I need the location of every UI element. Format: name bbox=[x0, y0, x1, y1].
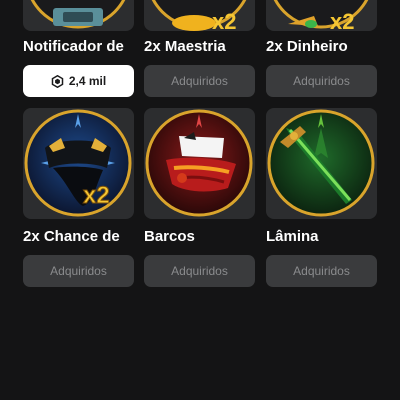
gamepass-name: Notificador de bbox=[23, 38, 124, 55]
svg-text:x2: x2 bbox=[212, 9, 236, 31]
gamepass-thumbnail[interactable]: x2 bbox=[23, 108, 134, 219]
owned-label: Adquiridos bbox=[293, 264, 350, 278]
robux-icon bbox=[51, 74, 64, 88]
buy-button[interactable]: 2,4 mil bbox=[23, 65, 134, 97]
gamepass-name: 2x Chance de bbox=[23, 228, 120, 245]
mastery-x2-icon: x2 bbox=[151, 0, 247, 31]
svg-text:x2: x2 bbox=[83, 182, 110, 209]
money-x2-icon: x2 bbox=[273, 0, 369, 31]
owned-label: Adquiridos bbox=[171, 264, 228, 278]
gamepass-name: Barcos bbox=[144, 228, 195, 245]
gamepass-name: Lâmina bbox=[266, 228, 319, 245]
gamepass-thumbnail[interactable] bbox=[144, 108, 255, 219]
gamepass-thumbnail[interactable]: x2 bbox=[266, 0, 377, 31]
owned-button: Adquiridos bbox=[144, 65, 255, 97]
green-sword-icon bbox=[267, 109, 375, 217]
price-label: 2,4 mil bbox=[68, 74, 107, 88]
owned-button: Adquiridos bbox=[23, 255, 134, 287]
svg-text:x2: x2 bbox=[330, 9, 354, 31]
notifier-badge-icon bbox=[30, 0, 126, 29]
captain-hat-x2-icon: x2 bbox=[24, 109, 132, 217]
gamepass-name: 2x Dinheiro bbox=[266, 38, 348, 55]
gamepass-thumbnail[interactable]: x2 bbox=[144, 0, 255, 31]
gamepass-name: 2x Maestria bbox=[144, 38, 226, 55]
gamepass-thumbnail[interactable] bbox=[23, 0, 134, 31]
owned-label: Adquiridos bbox=[50, 264, 107, 278]
gamepass-thumbnail[interactable] bbox=[266, 108, 377, 219]
pirate-boat-icon bbox=[145, 109, 253, 217]
owned-button: Adquiridos bbox=[266, 65, 377, 97]
owned-button: Adquiridos bbox=[266, 255, 377, 287]
owned-label: Adquiridos bbox=[293, 74, 350, 88]
gamepass-store-panel: x2 x2 Notificador de 2x Maestria 2x Dinh… bbox=[0, 0, 400, 400]
owned-button: Adquiridos bbox=[144, 255, 255, 287]
owned-label: Adquiridos bbox=[171, 74, 228, 88]
